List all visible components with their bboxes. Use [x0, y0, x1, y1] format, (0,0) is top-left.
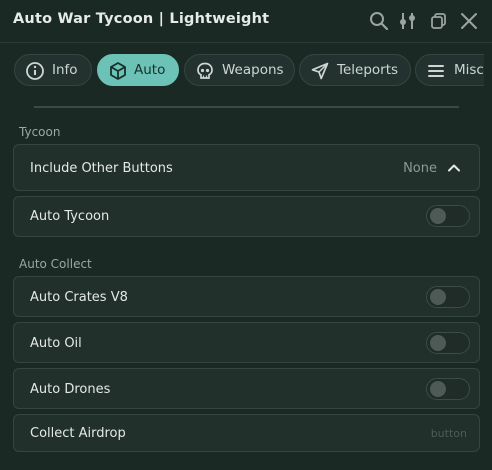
skull-icon — [197, 62, 213, 79]
tab-weapons-label: Weapons — [222, 62, 284, 78]
app-window: Auto War Tycoon | Lightweight Info Auto … — [0, 0, 492, 470]
tab-auto-label: Auto — [134, 62, 166, 78]
auto-oil-label: Auto Oil — [30, 336, 82, 351]
info-icon — [26, 62, 44, 80]
tab-info[interactable]: Info — [14, 54, 92, 86]
toggle-knob — [430, 289, 446, 305]
auto-crates-label: Auto Crates V8 — [30, 290, 128, 305]
copy-icon[interactable] — [428, 10, 450, 32]
tab-misc-label: Misc — [454, 62, 484, 78]
search-icon[interactable] — [368, 10, 390, 32]
auto-oil-toggle[interactable] — [426, 332, 470, 354]
close-icon[interactable] — [458, 10, 480, 32]
title-bar: Auto War Tycoon | Lightweight — [0, 0, 492, 43]
section-label-auto-collect: Auto Collect — [19, 257, 92, 271]
cube-icon — [110, 62, 126, 80]
include-other-buttons-dropdown[interactable]: Include Other Buttons None — [13, 144, 480, 191]
tab-teleports-label: Teleports — [337, 62, 399, 78]
auto-crates-toggle[interactable] — [426, 286, 470, 308]
auto-crates-row: Auto Crates V8 — [13, 276, 480, 317]
auto-drones-toggle[interactable] — [426, 378, 470, 400]
dropdown-label: Include Other Buttons — [30, 161, 173, 176]
auto-tycoon-label: Auto Tycoon — [30, 209, 110, 224]
menu-icon — [428, 65, 444, 77]
tab-auto[interactable]: Auto — [97, 54, 179, 86]
section-label-tycoon: Tycoon — [19, 125, 61, 139]
tab-teleports[interactable]: Teleports — [299, 54, 411, 86]
sliders-icon[interactable] — [397, 10, 419, 32]
auto-tycoon-toggle[interactable] — [426, 205, 470, 227]
tab-bar: Info Auto Weapons Teleports Misc — [14, 54, 484, 86]
chevron-up-icon[interactable] — [447, 161, 461, 175]
auto-tycoon-row: Auto Tycoon — [13, 196, 480, 237]
tab-info-label: Info — [52, 62, 78, 78]
button-hint: button — [430, 427, 467, 440]
auto-drones-row: Auto Drones — [13, 368, 480, 409]
collect-airdrop-label: Collect Airdrop — [30, 426, 126, 441]
auto-drones-label: Auto Drones — [30, 382, 111, 397]
window-title: Auto War Tycoon | Lightweight — [13, 11, 270, 27]
toggle-knob — [430, 335, 446, 351]
send-icon — [311, 62, 329, 80]
toggle-knob — [430, 208, 446, 224]
collect-airdrop-button[interactable]: Collect Airdrop button — [13, 414, 480, 452]
toggle-knob — [430, 381, 446, 397]
dropdown-value: None — [403, 161, 437, 176]
tab-misc[interactable]: Misc — [415, 54, 484, 86]
divider — [34, 106, 459, 108]
tab-weapons[interactable]: Weapons — [184, 54, 295, 86]
auto-oil-row: Auto Oil — [13, 322, 480, 363]
